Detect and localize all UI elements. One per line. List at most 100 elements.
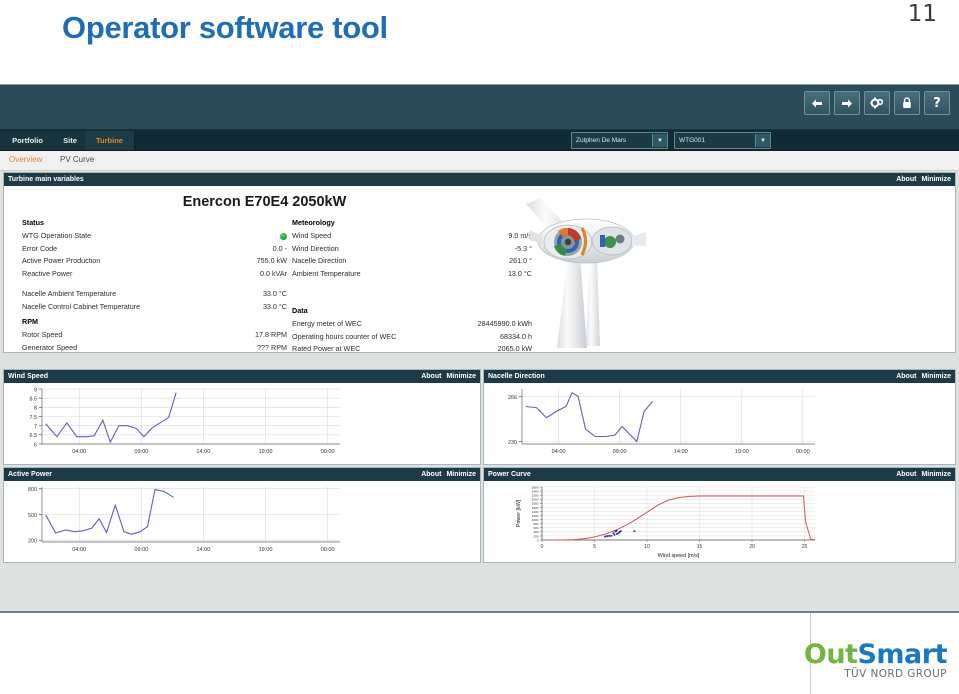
slide-root: Operator software tool 11 ? Portfolio Si…	[0, 0, 959, 694]
minimize-link[interactable]: Minimize	[446, 373, 476, 380]
panel-body: 6 6.5 7 7.5 8 8.5 9 04:00 09:00 14:00 19:00 00:00	[4, 383, 480, 464]
panel-actions: About Minimize	[896, 176, 951, 183]
forward-arrow-glyph	[842, 99, 852, 107]
svg-text:230: 230	[508, 440, 517, 446]
svg-text:19:00: 19:00	[259, 449, 273, 455]
back-arrow-glyph	[812, 99, 822, 107]
forward-icon[interactable]	[834, 91, 860, 115]
svg-text:09:00: 09:00	[134, 449, 148, 455]
svg-text:2600: 2600	[532, 485, 539, 489]
panel-title: Turbine main variables	[8, 176, 84, 183]
panel-title: Active Power	[8, 471, 52, 478]
svg-text:20: 20	[749, 544, 755, 550]
subtab-pv-curve[interactable]: PV Curve	[60, 155, 94, 164]
padlock-glyph	[903, 97, 911, 108]
help-icon[interactable]: ?	[924, 91, 950, 115]
variable-row: Operating hours counter of WEC 68334.0 h	[292, 331, 532, 344]
variables-left-column: Status WTG Operation State Error Code 0.…	[22, 218, 287, 354]
svg-text:1800: 1800	[532, 502, 539, 506]
svg-text:14:00: 14:00	[674, 449, 688, 455]
panel-actions: About Minimize	[896, 471, 951, 478]
svg-text:266: 266	[508, 395, 517, 401]
gear-glyph	[870, 97, 884, 109]
svg-text:0: 0	[541, 544, 544, 550]
variable-row: Ambient Temperature 13.0 °C	[292, 268, 532, 281]
about-link[interactable]: About	[421, 471, 441, 478]
minimize-link[interactable]: Minimize	[921, 373, 951, 380]
lock-icon[interactable]	[894, 91, 920, 115]
svg-text:7: 7	[34, 424, 37, 430]
panel-title: Wind Speed	[8, 373, 48, 380]
back-icon[interactable]	[804, 91, 830, 115]
turbine-main-variables-panel: Turbine main variables About Minimize En…	[3, 172, 956, 353]
svg-text:14:00: 14:00	[196, 547, 210, 553]
site-dropdown[interactable]: Zutphen De Mars ▼	[571, 132, 668, 149]
site-dropdown-value: Zutphen De Mars	[576, 137, 627, 144]
turbine-dropdown[interactable]: WTG001 ▼	[674, 132, 771, 149]
tab-portfolio[interactable]: Portfolio	[0, 131, 56, 150]
variable-row: Active Power Production 755.0 kW	[22, 255, 287, 268]
minimize-link[interactable]: Minimize	[921, 176, 951, 183]
svg-text:04:00: 04:00	[72, 449, 86, 455]
svg-text:19:00: 19:00	[259, 547, 273, 553]
about-link[interactable]: About	[896, 471, 916, 478]
about-link[interactable]: About	[896, 176, 916, 183]
variable-label: Active Power Production	[22, 256, 101, 265]
panel-body: 230 266 04:00 09:00 14:00 19:00 00:00	[484, 383, 955, 464]
svg-text:2400: 2400	[532, 489, 539, 493]
power-curve-chart: 0200400600800100012001400160018002000220…	[516, 485, 816, 559]
svg-text:800: 800	[533, 522, 538, 526]
panel-header: Wind Speed About Minimize	[4, 370, 480, 383]
svg-text:09:00: 09:00	[134, 547, 148, 553]
variable-label: Error Code	[22, 243, 58, 253]
meteorology-group-heading: Meteorology	[292, 218, 335, 227]
sub-tab-bar: Overview PV Curve	[0, 151, 959, 171]
page-title: Operator software tool	[62, 10, 388, 45]
turbine-dropdown-value: WTG001	[679, 137, 706, 144]
variable-label: Nacelle Direction	[292, 256, 347, 265]
svg-text:2200: 2200	[532, 494, 539, 498]
svg-text:5: 5	[593, 544, 596, 550]
svg-text:1400: 1400	[532, 510, 539, 514]
variable-row: Wind Direction -5.3 °	[292, 243, 532, 256]
svg-text:0: 0	[537, 538, 539, 542]
svg-text:8.5: 8.5	[30, 397, 38, 403]
variable-label: Wind Speed	[292, 231, 332, 240]
minimize-link[interactable]: Minimize	[921, 471, 951, 478]
variable-row: WTG Operation State	[22, 230, 287, 243]
app-toolbar: ?	[804, 91, 950, 115]
panel-body: 0 200 400 600 800 1000 1200 1400 1600 1800 2000 220…	[484, 481, 955, 562]
about-link[interactable]: About	[896, 373, 916, 380]
about-link[interactable]: About	[421, 373, 441, 380]
variable-label: Generator Speed	[22, 342, 78, 352]
variable-row: Reactive Power 0.0 kVAr	[22, 268, 287, 281]
panel-body: Enercon E70E4 2050kW Status WTG Operatio…	[4, 186, 955, 354]
variable-row: Nacelle Ambient Temperature 33.0 °C	[22, 288, 287, 301]
panel-header: Nacelle Direction About Minimize	[484, 370, 955, 383]
data-group-heading: Data	[292, 306, 308, 315]
svg-text:Wind speed [m/s]: Wind speed [m/s]	[658, 553, 700, 559]
settings-icon[interactable]	[864, 91, 890, 115]
chevron-down-icon: ▼	[755, 134, 770, 147]
tab-turbine[interactable]: Turbine	[85, 131, 135, 150]
tab-site[interactable]: Site	[55, 131, 86, 150]
variable-label: Energy meter of WEC	[292, 319, 362, 328]
svg-text:1000: 1000	[532, 518, 539, 522]
wind-speed-panel: Wind Speed About Minimize 6 6.5 7 7.5 8 8.5 9 0…	[3, 369, 481, 465]
status-group-heading: Status	[22, 218, 44, 227]
minimize-link[interactable]: Minimize	[446, 471, 476, 478]
nacelle-direction-chart: 230 266 04:00 09:00 14:00 19:00 00:00	[508, 389, 815, 455]
variable-value: ??? RPM	[257, 342, 287, 352]
variable-label: Rated Power at WEC	[292, 344, 361, 353]
rpm-group-heading: RPM	[22, 317, 38, 326]
panel-actions: About Minimize	[421, 373, 476, 380]
panel-title: Power Curve	[488, 471, 531, 478]
svg-text:8: 8	[34, 406, 37, 412]
svg-text:00:00: 00:00	[796, 449, 810, 455]
variable-label: Reactive Power	[22, 268, 73, 278]
turbine-model-title: Enercon E70E4 2050kW	[182, 194, 347, 210]
svg-text:00:00: 00:00	[321, 449, 335, 455]
wind-speed-chart: 6 6.5 7 7.5 8 8.5 9 04:00 09:00 14:00 19:00 00:00	[30, 387, 340, 455]
subtab-overview[interactable]: Overview	[9, 155, 42, 164]
